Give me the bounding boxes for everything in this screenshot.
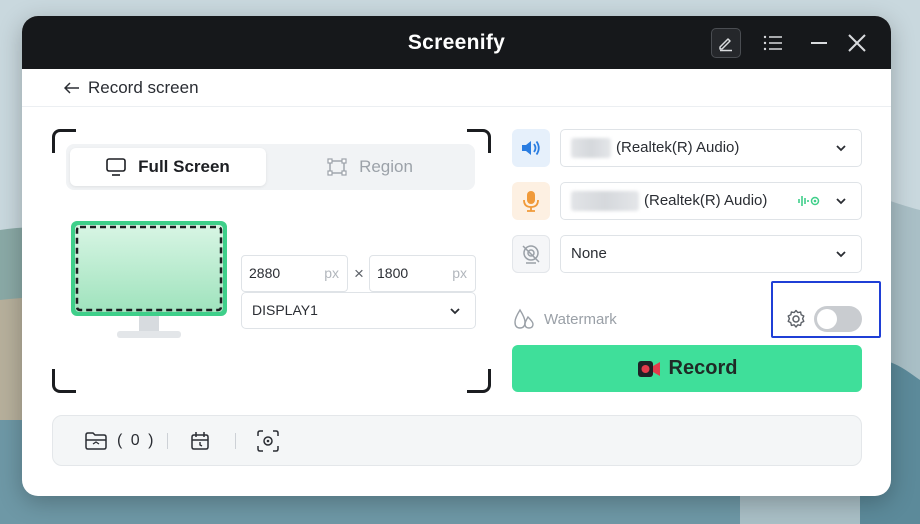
minimize-icon (811, 42, 827, 44)
menu-icon (763, 35, 782, 51)
speaker-toggle[interactable] (512, 129, 550, 167)
bottom-toolbar: ( 0 ) (52, 415, 862, 466)
speaker-select[interactable]: (Realtek(R) Audio) (560, 129, 862, 167)
gear-icon[interactable] (786, 309, 806, 329)
recordings-folder-button[interactable]: ( 0 ) (85, 416, 155, 465)
chevron-down-icon (450, 307, 460, 314)
frame-corner (52, 369, 76, 393)
schedule-button[interactable] (189, 416, 211, 465)
capture-mode-tabs: Full Screen Region (66, 144, 475, 190)
monitor-preview-icon (71, 221, 227, 338)
menu-button[interactable] (758, 28, 788, 58)
screenshot-icon (257, 429, 279, 452)
tab-region-label: Region (359, 157, 413, 176)
watermark-row: Watermark (512, 308, 617, 330)
speaker-value: (Realtek(R) Audio) (616, 139, 740, 156)
chevron-down-icon (836, 251, 846, 258)
times-symbol: × (354, 264, 364, 283)
app-window: Screenify Record screen Full Screen Regi… (22, 16, 891, 496)
screenshot-button[interactable] (257, 416, 279, 465)
close-icon (848, 34, 866, 52)
webcam-toggle[interactable] (512, 235, 550, 273)
webcam-off-icon (522, 245, 540, 264)
back-button[interactable]: Record screen (64, 69, 199, 107)
chevron-down-icon (836, 198, 846, 205)
watermark-label: Watermark (544, 310, 617, 328)
title-bar: Screenify (22, 16, 891, 69)
recordings-count: ( 0 ) (117, 431, 156, 449)
tab-full-screen[interactable]: Full Screen (70, 148, 266, 186)
audio-level-icon (798, 196, 820, 206)
display-select[interactable]: DISPLAY1 (241, 292, 476, 329)
watermark-toggle[interactable] (814, 306, 862, 332)
video-camera-icon (637, 360, 660, 377)
arrow-left-icon (64, 82, 79, 94)
redacted-text (571, 191, 639, 212)
tab-region[interactable]: Region (272, 148, 468, 186)
edit-button[interactable] (711, 28, 741, 58)
minimize-button[interactable] (804, 28, 834, 58)
width-value: 2880 (249, 265, 281, 281)
speaker-icon (522, 140, 540, 156)
close-button[interactable] (842, 28, 872, 58)
schedule-icon (191, 431, 209, 450)
microphone-toggle[interactable] (512, 182, 550, 220)
divider (235, 433, 236, 449)
width-unit: px (324, 265, 339, 281)
divider (167, 433, 168, 449)
capture-area: Full Screen Region 2880 px × 1800 px (52, 129, 491, 393)
back-label: Record screen (88, 78, 199, 97)
height-value: 1800 (377, 265, 409, 281)
microphone-icon (523, 191, 539, 212)
tab-full-screen-label: Full Screen (138, 157, 230, 176)
camera-value: None (571, 245, 607, 262)
watermark-icon (514, 308, 534, 329)
region-icon (327, 158, 347, 176)
sub-header: Record screen (22, 69, 891, 107)
display-value: DISPLAY1 (252, 302, 318, 318)
edit-icon (719, 38, 732, 52)
frame-corner (467, 369, 491, 393)
camera-select[interactable]: None (560, 235, 862, 273)
record-label: Record (668, 357, 738, 379)
microphone-select[interactable]: (Realtek(R) Audio) (560, 182, 862, 220)
height-unit: px (452, 265, 467, 281)
redacted-text (571, 138, 611, 159)
record-button[interactable]: Record (512, 345, 862, 392)
toggle-knob (817, 309, 837, 329)
microphone-value: (Realtek(R) Audio) (644, 192, 768, 209)
monitor-icon (106, 158, 126, 176)
chevron-down-icon (836, 145, 846, 152)
width-input[interactable]: 2880 px (241, 255, 348, 292)
height-input[interactable]: 1800 px (369, 255, 476, 292)
folder-icon (85, 431, 107, 450)
